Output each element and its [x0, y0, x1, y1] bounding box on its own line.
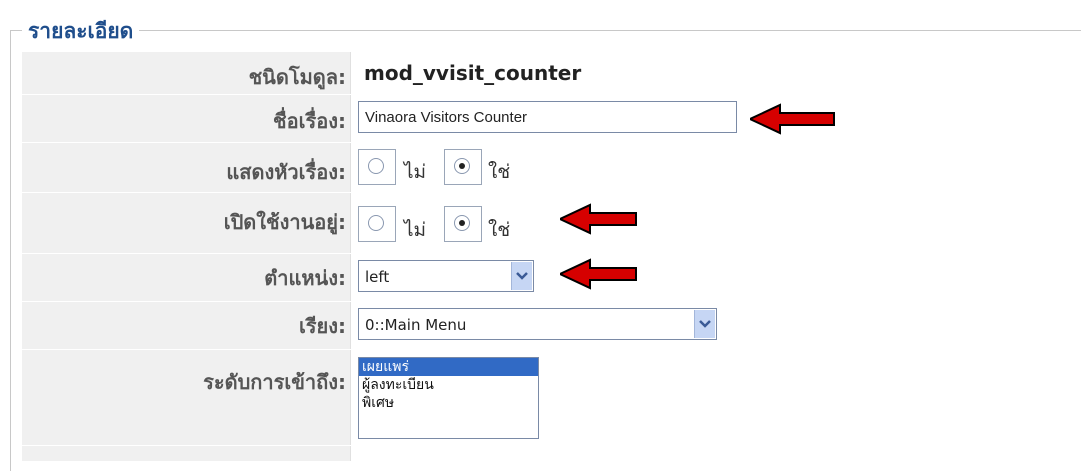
access-option[interactable]: เผยแพร่	[359, 358, 538, 376]
enabled-label: เปิดใช้งานอยู่:	[223, 210, 346, 234]
red-arrow-annotation	[750, 103, 835, 135]
position-select[interactable]: left	[358, 260, 534, 292]
title-input[interactable]	[358, 101, 737, 133]
order-select[interactable]: 0::Main Menu	[358, 308, 717, 340]
access-option[interactable]: ผู้ลงทะเบียน	[359, 376, 538, 394]
position-label: ตำแหน่ง:	[264, 266, 346, 290]
access-listbox[interactable]: เผยแพร่ ผู้ลงทะเบียน พิเศษ	[358, 357, 539, 439]
enabled-no-radio[interactable]	[368, 215, 384, 231]
position-dropdown-button[interactable]	[511, 262, 532, 290]
row-order: เรียง: 0::Main Menu	[22, 302, 1084, 350]
show-title-no-label: ไม่	[404, 161, 427, 183]
order-dropdown-button[interactable]	[694, 310, 715, 338]
order-label: เรียง:	[298, 314, 346, 338]
details-legend: รายละเอียด	[22, 19, 140, 43]
show-title-yes-cell	[444, 149, 482, 185]
row-enabled: เปิดใช้งานอยู่: ไม่ ใช่	[22, 193, 1084, 254]
show-title-no-cell	[358, 149, 396, 185]
order-value: 0::Main Menu	[365, 316, 467, 334]
enabled-no-label: ไม่	[404, 219, 427, 241]
enabled-yes-radio[interactable]	[454, 215, 470, 231]
row-title: ชื่อเรื่อง:	[22, 95, 1084, 143]
red-arrow-annotation	[560, 258, 637, 290]
row-show-title: แสดงหัวเรื่อง: ไม่ ใช่	[22, 143, 1084, 193]
row-module-type: ชนิดโมดูล: mod_vvisit_counter	[22, 52, 1084, 95]
show-title-yes-label: ใช่	[488, 161, 511, 183]
show-title-no-radio[interactable]	[368, 158, 384, 174]
access-option[interactable]: พิเศษ	[359, 394, 538, 412]
row-access: ระดับการเข้าถึง: เผยแพร่ ผู้ลงทะเบียน พิ…	[22, 350, 1084, 446]
module-type-label: ชนิดโมดูล:	[248, 65, 346, 89]
chevron-down-icon	[516, 272, 528, 280]
row-position: ตำแหน่ง: left	[22, 254, 1084, 302]
chevron-down-icon	[699, 320, 711, 328]
show-title-yes-radio[interactable]	[454, 158, 470, 174]
access-label: ระดับการเข้าถึง:	[203, 370, 346, 394]
enabled-no-cell	[358, 206, 396, 242]
title-label: ชื่อเรื่อง:	[273, 109, 346, 133]
module-type-value: mod_vvisit_counter	[364, 61, 582, 85]
enabled-yes-cell	[444, 206, 482, 242]
enabled-yes-label: ใช่	[488, 219, 511, 241]
red-arrow-annotation	[560, 203, 637, 235]
show-title-label: แสดงหัวเรื่อง:	[226, 160, 346, 184]
position-value: left	[365, 268, 390, 286]
